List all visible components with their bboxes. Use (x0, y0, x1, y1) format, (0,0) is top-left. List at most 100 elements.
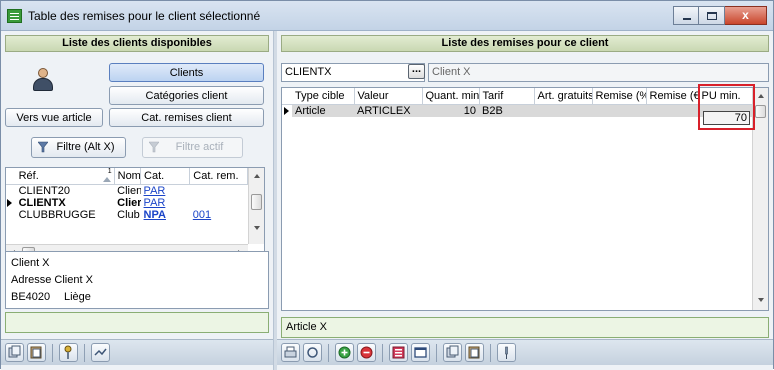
col-art-gratuits[interactable]: Art. gratuits (534, 88, 593, 105)
list-icon[interactable] (389, 343, 408, 362)
col-quant-min[interactable]: Quant. min. (422, 88, 480, 105)
categories-client-button[interactable]: Catégories client (109, 86, 264, 105)
discounts-table: Type cible Valeur Quant. min. Tarif Art.… (281, 87, 769, 311)
cell-cat-link[interactable]: PAR (144, 197, 166, 209)
table-row[interactable]: CLIENT20 Client PAR (6, 184, 248, 197)
window-icon[interactable] (411, 343, 430, 362)
col-remise-eur[interactable]: Remise (€) (646, 88, 699, 105)
clients-table-header: Réf. 1 Nom Cat. Cat. rem. (6, 168, 248, 185)
client-zip: BE4020 (11, 291, 51, 303)
sort-asc-icon (102, 176, 111, 182)
filter-icon (38, 141, 48, 153)
toolbar-separator (52, 343, 53, 362)
toolbar-separator (436, 343, 437, 362)
window-controls: x (673, 6, 767, 25)
filter-button[interactable]: Filtre (Alt X) (31, 137, 126, 158)
scroll-thumb[interactable] (251, 194, 262, 210)
client-name-field: Client X (428, 63, 769, 82)
toolbar-separator (490, 343, 491, 362)
minimize-button[interactable] (673, 6, 699, 25)
toolbar-separator (328, 343, 329, 362)
cell-type-cible: Article (295, 104, 326, 117)
cell-catrem (190, 197, 248, 209)
filter-button-label: Filtre (Alt X) (56, 141, 115, 153)
right-toolbar (277, 339, 773, 365)
scroll-up-icon[interactable] (757, 94, 764, 98)
cell-ref: CLUBBRUGGE (18, 208, 96, 221)
col-cat[interactable]: Cat. (140, 168, 191, 185)
col-valeur[interactable]: Valeur (354, 88, 423, 105)
col-catrem[interactable]: Cat. rem. (189, 168, 248, 185)
user-avatar-icon (32, 68, 54, 92)
left-status-box (5, 312, 269, 333)
clients-button[interactable]: Clients (109, 63, 264, 82)
browse-client-button[interactable]: ... (408, 64, 425, 79)
clients-vscrollbar[interactable] (248, 168, 264, 244)
cat-remises-client-button[interactable]: Cat. remises client (109, 108, 264, 127)
paste-icon[interactable] (27, 343, 46, 362)
cell-catrem-link[interactable]: 001 (193, 209, 211, 221)
left-panel: Liste des clients disponibles Clients Ca… (1, 31, 273, 370)
cell-nom: Club (117, 208, 140, 221)
cell-art-gratuits (534, 104, 592, 117)
right-panel: Liste des remises pour ce client CLIENTX… (277, 31, 773, 370)
delete-icon[interactable] (357, 343, 376, 362)
vers-vue-article-button[interactable]: Vers vue article (5, 108, 103, 127)
cell-tarif: B2B (482, 104, 503, 117)
client-address: Adresse Client X (11, 274, 93, 286)
scroll-up-icon[interactable] (253, 174, 260, 178)
paste-icon[interactable] (465, 343, 484, 362)
article-status-box: Article X (281, 317, 769, 338)
client-city: Liège (64, 291, 91, 303)
refresh-icon[interactable] (303, 343, 322, 362)
copy-icon[interactable] (443, 343, 462, 362)
table-row-selected[interactable]: Article ARTICLEX 10 B2B (282, 104, 752, 117)
clients-list-header: Liste des clients disponibles (5, 35, 269, 52)
cell-nom: Client (117, 184, 140, 197)
close-button[interactable]: x (725, 6, 767, 25)
table-row[interactable]: CLUBBRUGGE Club NPA 001 (6, 209, 248, 221)
cell-cat-link[interactable]: PAR (144, 185, 166, 197)
current-row-icon (7, 198, 12, 207)
row-selector-header (6, 168, 16, 185)
col-ref-label: Réf. (18, 169, 39, 182)
scroll-down-icon[interactable] (253, 226, 260, 230)
main-window: Table des remises pour le client sélecti… (0, 0, 774, 370)
pin-icon[interactable] (497, 343, 516, 362)
scroll-down-icon[interactable] (757, 298, 764, 302)
print-icon[interactable] (281, 343, 300, 362)
col-type-cible[interactable]: Type cible (292, 88, 355, 105)
cell-remise-eur (646, 104, 698, 117)
pen-icon[interactable] (91, 343, 110, 362)
cell-ref: CLIENT20 (18, 184, 70, 197)
add-icon[interactable] (335, 343, 354, 362)
discounts-table-header: Type cible Valeur Quant. min. Tarif Art.… (282, 88, 753, 105)
col-tarif[interactable]: Tarif (479, 88, 535, 105)
cell-quant-min: 10 (463, 104, 476, 117)
scroll-thumb[interactable] (755, 105, 766, 118)
row-selector-header (282, 88, 292, 105)
table-row-selected[interactable]: CLIENTX Clier PAR (6, 197, 248, 209)
filter-active-button: Filtre actif (142, 137, 243, 158)
toolbar-separator (84, 343, 85, 362)
cell-valeur: ARTICLEX (357, 104, 411, 117)
key-icon[interactable] (59, 343, 78, 362)
pu-min-highlight (698, 84, 755, 130)
col-nom[interactable]: Nom (114, 168, 142, 185)
title-bar: Table des remises pour le client sélecti… (1, 1, 773, 31)
minimize-icon (683, 18, 691, 20)
app-icon (7, 9, 22, 23)
close-icon: x (742, 8, 749, 22)
col-ref[interactable]: Réf. 1 (15, 168, 115, 185)
window-title: Table des remises pour le client sélecti… (28, 9, 261, 23)
cell-ref: CLIENTX (18, 196, 66, 209)
filter-active-label: Filtre actif (175, 141, 224, 153)
cell-cat-link[interactable]: NPA (144, 209, 166, 221)
cell-catrem (190, 184, 248, 197)
left-toolbar (1, 339, 273, 365)
col-remise-pct[interactable]: Remise (%) (592, 88, 647, 105)
copy-icon[interactable] (5, 343, 24, 362)
client-name: Client X (11, 257, 50, 269)
maximize-button[interactable] (699, 6, 725, 25)
client-code-input[interactable]: CLIENTX (281, 63, 425, 82)
